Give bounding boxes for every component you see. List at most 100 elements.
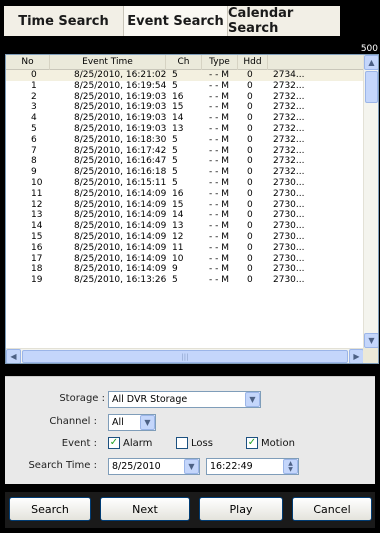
table-row[interactable]: 0 8/25/2010, 16:21:02 5 - - M 0 2734... [6,70,364,81]
table-row[interactable]: 5 8/25/2010, 16:19:03 13 - - M 0 2732... [6,124,364,135]
table-row[interactable]: 17 8/25/2010, 16:14:09 10 - - M 0 2730... [6,254,364,265]
cell-type: - - M [209,177,229,188]
cancel-button[interactable]: Cancel [292,497,372,521]
cell-extra: 2732... [273,113,305,124]
motion-label: Motion [261,437,295,449]
column-header-channel[interactable]: Ch [166,55,202,70]
cell-hdd: 0 [247,264,253,275]
tab-event-search[interactable]: Event Search [124,6,228,36]
cell-event-time: 8/25/2010, 16:16:18 [74,167,166,178]
column-header-no[interactable]: No [6,55,50,70]
cell-channel: 5 [172,156,178,167]
cell-type: - - M [209,70,229,80]
next-button[interactable]: Next [100,497,190,521]
cell-event-time: 8/25/2010, 16:14:09 [74,199,166,210]
table-row[interactable]: 6 8/25/2010, 16:18:30 5 - - M 0 2732... [6,135,364,146]
vertical-scrollbar[interactable]: ▲ ▼ [363,55,378,348]
cell-channel: 11 [172,242,184,253]
cell-type: - - M [209,264,229,275]
event-list[interactable]: No Event Time Ch Type Hdd 0 8/25/2010, 16… [5,54,379,364]
tab-calendar-search[interactable]: Calendar Search [228,6,340,36]
scrollbar-corner [363,348,378,363]
cell-extra: 2730... [273,199,305,210]
table-row[interactable]: 18 8/25/2010, 16:14:09 9 - - M 0 2730... [6,264,364,275]
channel-select[interactable]: All ▼ [108,414,156,431]
cell-event-time: 8/25/2010, 16:15:11 [74,177,166,188]
chevron-down-icon[interactable]: ▼ [184,459,199,474]
table-row[interactable]: 19 8/25/2010, 16:13:26 5 - - M 0 2730... [6,275,364,286]
cell-extra: 2730... [273,242,305,253]
search-button[interactable]: Search [9,497,91,521]
vertical-scroll-thumb[interactable] [365,71,378,103]
table-row[interactable]: 2 8/25/2010, 16:19:03 16 - - M 0 2732... [6,92,364,103]
cell-type: - - M [209,188,229,199]
table-row[interactable]: 11 8/25/2010, 16:14:09 16 - - M 0 2730... [6,189,364,200]
column-header-type[interactable]: Type [202,55,238,70]
table-row[interactable]: 1 8/25/2010, 16:19:54 5 - - M 0 2732... [6,81,364,92]
cell-no: 8 [31,156,37,167]
loss-checkbox[interactable]: Loss [176,437,213,449]
scroll-down-icon[interactable]: ▼ [364,333,378,348]
chevron-down-icon[interactable]: ▼ [245,392,260,407]
table-row[interactable]: 13 8/25/2010, 16:14:09 14 - - M 0 2730... [6,210,364,221]
storage-select[interactable]: All DVR Storage ▼ [108,391,261,408]
scroll-right-icon[interactable]: ▶ [349,349,364,363]
horizontal-scrollbar[interactable]: ◀ ||| ▶ [6,348,364,363]
cell-type: - - M [209,91,229,102]
column-header-extra[interactable] [268,55,364,70]
column-header-event-time[interactable]: Event Time [50,55,166,70]
table-row[interactable]: 12 8/25/2010, 16:14:09 15 - - M 0 2730... [6,200,364,211]
table-row[interactable]: 3 8/25/2010, 16:19:03 15 - - M 0 2732... [6,102,364,113]
table-row[interactable]: 9 8/25/2010, 16:16:18 5 - - M 0 2732... [6,167,364,178]
event-list-header: No Event Time Ch Type Hdd [6,55,364,70]
cell-channel: 13 [172,221,184,232]
checkmark-icon[interactable]: ✓ [246,437,258,449]
cell-extra: 2732... [273,102,305,113]
cell-channel: 5 [172,275,178,286]
table-row[interactable]: 14 8/25/2010, 16:14:09 13 - - M 0 2730... [6,221,364,232]
motion-checkbox[interactable]: ✓ Motion [246,437,295,449]
cell-channel: 5 [172,177,178,188]
cell-extra: 2732... [273,80,305,91]
cell-hdd: 0 [247,102,253,113]
play-button[interactable]: Play [199,497,283,521]
cell-event-time: 8/25/2010, 16:14:09 [74,264,166,275]
spinner-icon[interactable]: ▲ ▼ [283,459,298,474]
cell-event-time: 8/25/2010, 16:19:03 [74,113,166,124]
cell-type: - - M [209,199,229,210]
cell-type: - - M [209,231,229,242]
event-rows: 0 8/25/2010, 16:21:02 5 - - M 0 2734... 1 8/25/… [6,70,364,286]
cell-no: 13 [31,210,43,221]
table-row[interactable]: 15 8/25/2010, 16:14:09 12 - - M 0 2730... [6,232,364,243]
cell-hdd: 0 [247,275,253,286]
table-row[interactable]: 10 8/25/2010, 16:15:11 5 - - M 0 2730... [6,178,364,189]
horizontal-scroll-thumb[interactable]: ||| [22,350,348,363]
cell-hdd: 0 [247,91,253,102]
alarm-checkbox[interactable]: ✓ Alarm [108,437,152,449]
loss-label: Loss [191,437,213,449]
cell-channel: 15 [172,199,184,210]
table-row[interactable]: 4 8/25/2010, 16:19:03 14 - - M 0 2732... [6,113,364,124]
cell-no: 19 [31,275,43,286]
cell-hdd: 0 [247,123,253,134]
scroll-left-icon[interactable]: ◀ [6,349,21,363]
table-row[interactable]: 7 8/25/2010, 16:17:42 5 - - M 0 2732... [6,146,364,157]
loss-checkbox-box[interactable] [176,437,188,449]
chevron-down-icon[interactable]: ▼ [140,415,155,430]
table-row[interactable]: 8 8/25/2010, 16:16:47 5 - - M 0 2732... [6,156,364,167]
scroll-up-icon[interactable]: ▲ [364,55,378,70]
cell-event-time: 8/25/2010, 16:19:03 [74,102,166,113]
time-spinner[interactable]: 16:22:49 ▲ ▼ [206,458,299,475]
cell-no: 15 [31,231,43,242]
date-picker[interactable]: 8/25/2010 ▼ [108,458,200,475]
cell-extra: 2732... [273,123,305,134]
cell-type: - - M [209,134,229,145]
checkmark-icon[interactable]: ✓ [108,437,120,449]
table-row[interactable]: 16 8/25/2010, 16:14:09 11 - - M 0 2730... [6,243,364,254]
cell-channel: 16 [172,91,184,102]
date-value: 8/25/2010 [112,461,161,472]
search-tab-bar: Time Search Event Search Calendar Search [4,6,340,36]
column-header-hdd[interactable]: Hdd [238,55,268,70]
tab-time-search[interactable]: Time Search [4,6,124,36]
cell-no: 6 [31,134,37,145]
